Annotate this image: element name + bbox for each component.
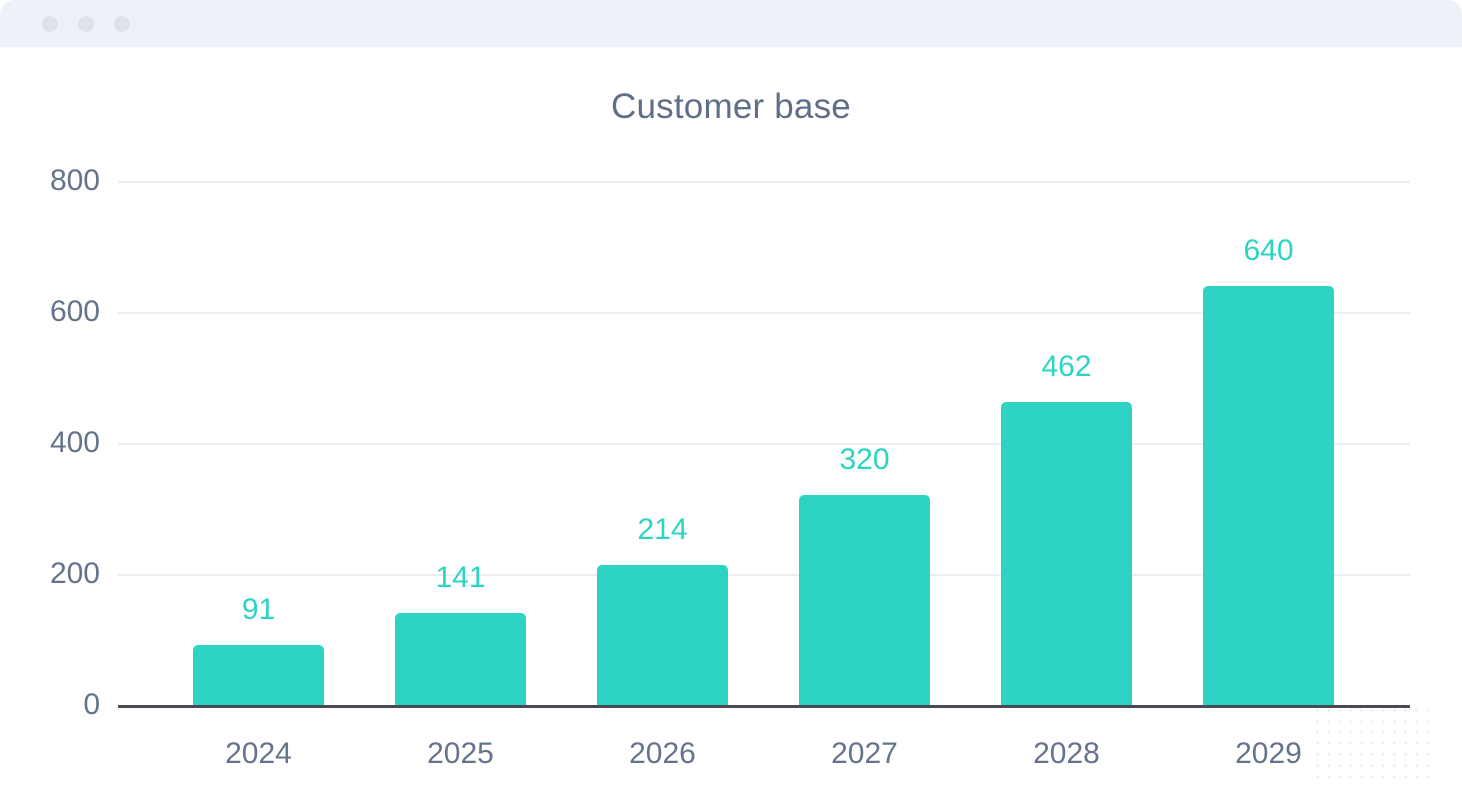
- bar[interactable]: [1203, 285, 1334, 705]
- bar-group: 141 2025: [395, 181, 526, 770]
- bar[interactable]: [1001, 402, 1132, 705]
- x-axis-tick-label: 2027: [831, 737, 898, 770]
- chart-title: Customer base: [611, 87, 851, 126]
- y-axis-tick-label: 200: [49, 557, 100, 590]
- bar[interactable]: [597, 564, 728, 705]
- bar-value-label: 141: [435, 560, 486, 594]
- plot-area: 0 200 400 600 800 91 2024 141 2025 214 2026 320 202…: [50, 164, 1410, 770]
- y-axis-tick-label: 800: [49, 164, 100, 197]
- x-axis-tick-label: 2025: [427, 737, 494, 770]
- x-axis-tick-label: 2026: [629, 737, 696, 770]
- bar-group: 320 2027: [799, 181, 930, 770]
- x-axis-tick-label: 2028: [1033, 737, 1100, 770]
- y-axis-tick-label: 400: [49, 426, 100, 459]
- x-axis-tick-label: 2029: [1235, 737, 1302, 770]
- bar-value-label: 214: [637, 512, 688, 546]
- maximize-dot-icon[interactable]: [114, 16, 130, 32]
- x-axis-line: [118, 705, 1410, 708]
- y-axis-tick-label: 0: [83, 688, 100, 721]
- chart-panel: Customer base 0 200 400 600 800 91 2024 141 202…: [0, 47, 1462, 808]
- bar-series: 91 2024 141 2025 214 2026 320 2027 462 2028 640 202…: [118, 181, 1410, 770]
- bar-value-label: 640: [1243, 233, 1294, 267]
- bar-group: 214 2026: [597, 181, 728, 770]
- browser-window: Customer base 0 200 400 600 800 91 2024 141 202…: [0, 0, 1462, 808]
- bar-group: 640 2029: [1203, 181, 1334, 770]
- bar-group: 462 2028: [1001, 181, 1132, 770]
- window-controls: [42, 16, 130, 32]
- window-titlebar: [0, 0, 1462, 47]
- bar[interactable]: [193, 645, 324, 705]
- bar-value-label: 91: [241, 593, 276, 627]
- close-dot-icon[interactable]: [42, 16, 58, 32]
- bar-group: 91 2024: [193, 181, 324, 770]
- bar-value-label: 462: [1041, 350, 1092, 384]
- x-axis-tick-label: 2024: [225, 737, 292, 770]
- minimize-dot-icon[interactable]: [78, 16, 94, 32]
- bar-value-label: 320: [839, 443, 890, 477]
- bar[interactable]: [395, 612, 526, 705]
- bar[interactable]: [799, 495, 930, 705]
- y-axis-tick-label: 600: [49, 295, 100, 328]
